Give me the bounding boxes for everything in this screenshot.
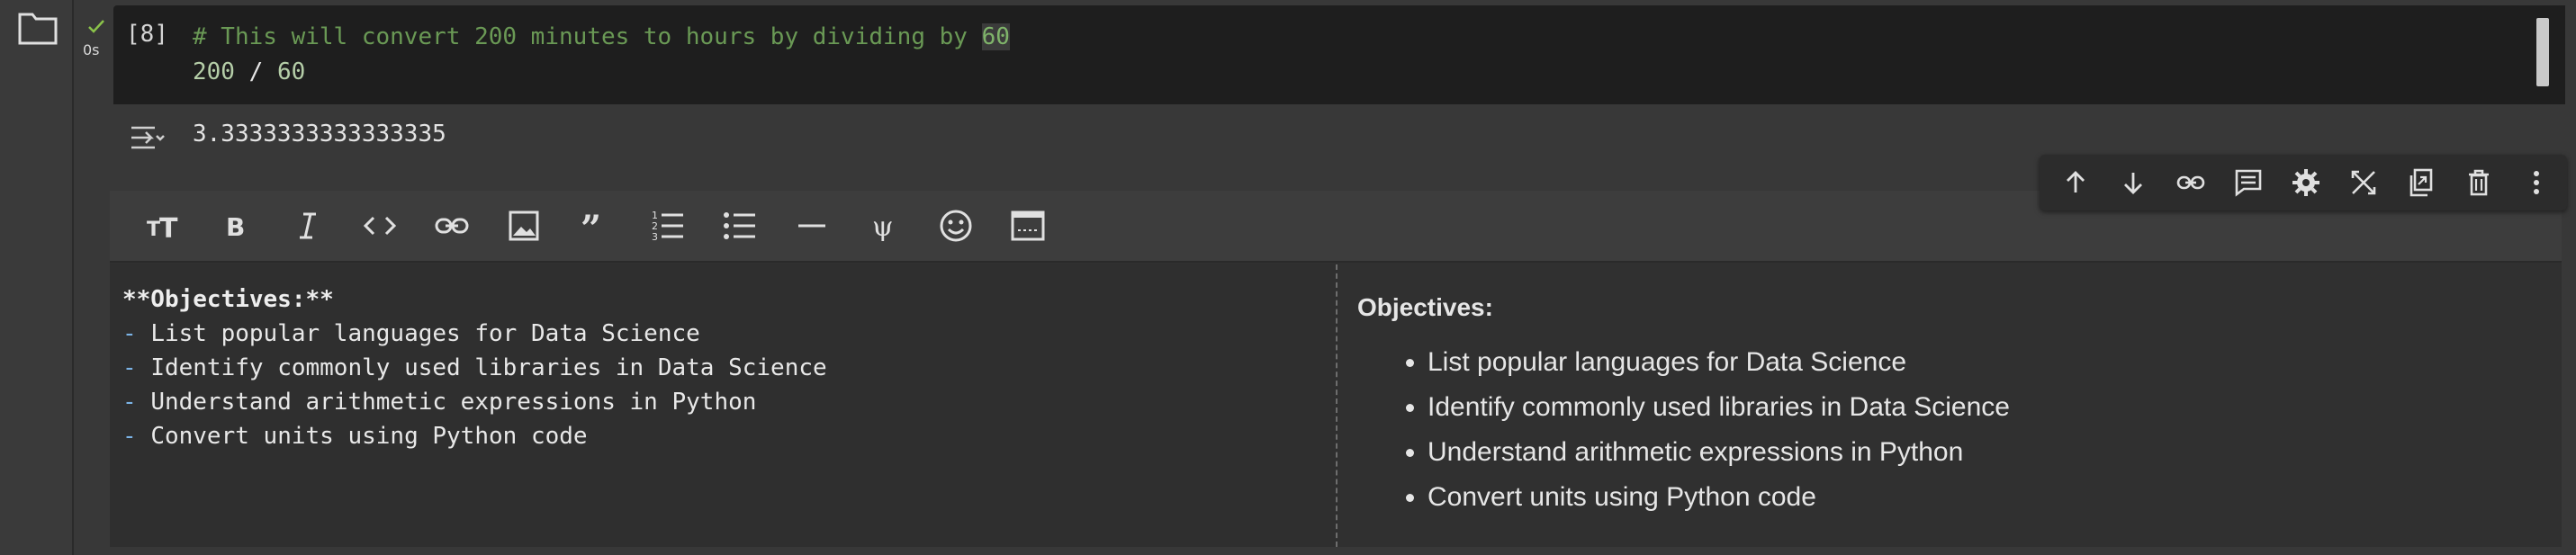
source-item: Convert units using Python code (150, 423, 588, 450)
emoji-icon[interactable] (920, 197, 992, 255)
settings-icon[interactable] (2277, 155, 2335, 210)
delete-icon[interactable] (2450, 155, 2508, 210)
heading-icon[interactable]: TT (128, 197, 200, 255)
code-comment: # This will convert 200 minutes to hours… (193, 23, 1010, 50)
more-icon[interactable] (2508, 155, 2565, 210)
svg-text:B: B (226, 212, 245, 242)
expr-op: / (234, 58, 277, 85)
link-icon[interactable] (416, 197, 488, 255)
copy-to-tab-icon[interactable] (2392, 155, 2450, 210)
comment-number: 60 (981, 23, 1010, 50)
preview-layout-icon[interactable] (992, 197, 1064, 255)
expr-right: 60 (276, 58, 306, 85)
link-icon[interactable] (2162, 155, 2220, 210)
horizontal-rule-icon[interactable] (776, 197, 848, 255)
cell-toolbar (2040, 155, 2567, 210)
latex-icon[interactable]: ψ (848, 197, 920, 255)
source-item: Identify commonly used libraries in Data… (150, 354, 827, 381)
comment-icon[interactable] (2220, 155, 2277, 210)
comment-text: # This will convert 200 minutes to hours… (193, 23, 982, 50)
run-time: 0s (83, 41, 100, 58)
preview-list: List popular languages for Data Science … (1357, 340, 2544, 520)
output-toggle-icon[interactable] (126, 121, 166, 157)
mirror-cell-icon[interactable] (2335, 155, 2392, 210)
image-icon[interactable] (488, 197, 560, 255)
source-item: Understand arithmetic expressions in Pyt… (150, 389, 757, 416)
preview-heading: Objectives: (1357, 293, 1493, 321)
bold-icon[interactable]: B (200, 197, 272, 255)
move-down-icon[interactable] (2104, 155, 2162, 210)
preview-item: Identify commonly used libraries in Data… (1428, 385, 2544, 430)
left-rail (0, 0, 74, 555)
markdown-preview: Objectives: List popular languages for D… (1339, 264, 2562, 547)
svg-text:ψ: ψ (872, 211, 894, 243)
source-item: List popular languages for Data Science (150, 320, 700, 347)
italic-icon[interactable] (272, 197, 344, 255)
code-icon[interactable] (344, 197, 416, 255)
numbered-list-icon[interactable]: 123 (632, 197, 704, 255)
check-icon (86, 16, 106, 36)
code-editor[interactable]: # This will convert 200 minutes to hours… (193, 20, 1010, 90)
scrollbar[interactable] (2536, 18, 2549, 86)
preview-item: Understand arithmetic expressions in Pyt… (1428, 430, 2544, 475)
markdown-source-heading: **Objectives:** (122, 286, 334, 313)
svg-text:”: ” (581, 208, 601, 245)
folder-icon[interactable] (16, 9, 59, 47)
preview-item: List popular languages for Data Science (1428, 340, 2544, 385)
preview-item: Convert units using Python code (1428, 475, 2544, 520)
svg-text:T: T (147, 219, 160, 241)
quote-icon[interactable]: ” (560, 197, 632, 255)
output-value: 3.3333333333333335 (193, 121, 446, 148)
svg-text:3: 3 (652, 231, 658, 243)
dash-marker: - (122, 354, 137, 381)
code-cell[interactable]: [8] # This will convert 200 minutes to h… (113, 5, 2565, 104)
bulleted-list-icon[interactable] (704, 197, 776, 255)
markdown-editor[interactable]: **Objectives:** - List popular languages… (110, 264, 1338, 547)
dash-marker: - (122, 423, 137, 450)
execution-count: [8] (126, 21, 168, 48)
svg-text:T: T (159, 213, 178, 245)
dash-marker: - (122, 320, 137, 347)
markdown-cell[interactable]: TT B ” 123 ψ **Objectives:** - List popu… (110, 191, 2562, 547)
dash-marker: - (122, 389, 137, 416)
code-expression: 200 / 60 (193, 58, 305, 85)
move-up-icon[interactable] (2047, 155, 2104, 210)
expr-left: 200 (193, 58, 235, 85)
